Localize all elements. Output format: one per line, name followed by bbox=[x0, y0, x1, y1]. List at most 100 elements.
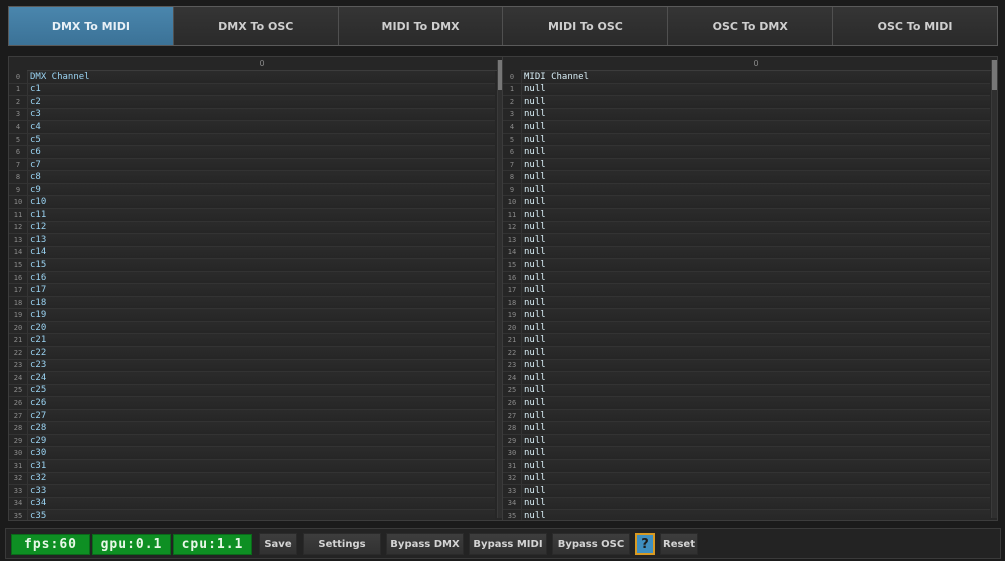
table-row: 10 null bbox=[503, 196, 990, 210]
row-number: 25 bbox=[507, 386, 517, 395]
table-row: 27 c27 bbox=[9, 409, 495, 423]
table-cell[interactable]: null bbox=[521, 196, 990, 209]
row-number: 8 bbox=[15, 173, 21, 182]
table-cell[interactable]: c12 bbox=[27, 221, 495, 234]
table-cell[interactable]: null bbox=[521, 459, 990, 472]
table-cell[interactable]: c26 bbox=[27, 397, 495, 409]
table-cell[interactable]: c18 bbox=[27, 296, 495, 309]
table-cell[interactable]: c10 bbox=[27, 196, 495, 209]
table-row: 22 null bbox=[503, 347, 990, 360]
table-cell[interactable]: c22 bbox=[27, 347, 495, 359]
table-cell[interactable]: null bbox=[521, 121, 990, 133]
table-cell[interactable]: c24 bbox=[27, 372, 495, 384]
table-cell[interactable]: null bbox=[521, 183, 990, 196]
table-cell[interactable]: null bbox=[521, 171, 990, 183]
table-cell[interactable]: c5 bbox=[27, 133, 495, 146]
table-cell[interactable]: c3 bbox=[27, 108, 495, 121]
table-cell[interactable]: c9 bbox=[27, 183, 495, 196]
table-cell[interactable]: null bbox=[521, 108, 990, 121]
table-cell[interactable]: null bbox=[521, 83, 990, 96]
table-cell[interactable]: c11 bbox=[27, 209, 495, 221]
table-cell[interactable]: null bbox=[521, 397, 990, 409]
row-number: 2 bbox=[15, 97, 21, 106]
table-cell[interactable]: c32 bbox=[27, 472, 495, 485]
table-cell[interactable]: c25 bbox=[27, 384, 495, 397]
table-cell[interactable]: null bbox=[521, 409, 990, 422]
table-cell[interactable]: null bbox=[521, 434, 990, 447]
table-cell[interactable]: c13 bbox=[27, 234, 495, 246]
table-cell[interactable]: MIDI Channel bbox=[521, 71, 990, 83]
table-cell[interactable]: null bbox=[521, 234, 990, 246]
tab-midi-to-osc[interactable]: MIDI To OSC bbox=[503, 7, 669, 45]
table-cell[interactable]: null bbox=[521, 447, 990, 459]
table-cell[interactable]: c2 bbox=[27, 96, 495, 108]
row-number: 15 bbox=[507, 260, 517, 269]
table-cell[interactable]: null bbox=[521, 271, 990, 284]
row-number: 21 bbox=[13, 336, 23, 345]
row-number: 3 bbox=[509, 110, 515, 119]
table-cell[interactable]: null bbox=[521, 158, 990, 171]
bypass-midi-button[interactable]: Bypass MIDI bbox=[469, 533, 547, 555]
table-cell[interactable]: null bbox=[521, 96, 990, 108]
table-cell[interactable]: null bbox=[521, 146, 990, 158]
table-cell[interactable]: c33 bbox=[27, 485, 495, 497]
table-cell[interactable]: null bbox=[521, 321, 990, 334]
tab-dmx-to-osc[interactable]: DMX To OSC bbox=[173, 7, 339, 45]
table-cell[interactable]: null bbox=[521, 296, 990, 309]
table-cell[interactable]: c6 bbox=[27, 146, 495, 158]
table-cell[interactable]: DMX Channel bbox=[27, 71, 495, 83]
scrollbar-thumb[interactable] bbox=[992, 60, 997, 90]
bypass-dmx-button[interactable]: Bypass DMX bbox=[386, 533, 464, 555]
table-row: 32 null bbox=[503, 472, 990, 486]
help-icon[interactable]: ? bbox=[635, 533, 655, 555]
table-cell[interactable]: c8 bbox=[27, 171, 495, 183]
settings-button[interactable]: Settings bbox=[303, 533, 381, 555]
reset-button[interactable]: Reset bbox=[660, 533, 698, 555]
table-cell[interactable]: null bbox=[521, 334, 990, 347]
table-cell[interactable]: c4 bbox=[27, 121, 495, 133]
table-row: 10 c10 bbox=[9, 196, 495, 210]
table-cell[interactable]: c23 bbox=[27, 359, 495, 372]
table-cell[interactable]: c30 bbox=[27, 447, 495, 459]
table-cell[interactable]: null bbox=[521, 384, 990, 397]
table-cell[interactable]: null bbox=[521, 209, 990, 221]
tab-osc-to-midi[interactable]: OSC To MIDI bbox=[833, 7, 997, 45]
table-cell[interactable]: null bbox=[521, 359, 990, 372]
scrollbar[interactable] bbox=[991, 60, 997, 518]
table-cell[interactable]: null bbox=[521, 472, 990, 485]
table-cell[interactable]: c7 bbox=[27, 158, 495, 171]
table-cell[interactable]: null bbox=[521, 347, 990, 359]
table-cell[interactable]: c20 bbox=[27, 321, 495, 334]
table-cell[interactable]: c19 bbox=[27, 309, 495, 321]
table-row: 8 c8 bbox=[9, 171, 495, 184]
table-cell[interactable]: c14 bbox=[27, 246, 495, 259]
table-cell[interactable]: c27 bbox=[27, 409, 495, 422]
table-cell[interactable]: null bbox=[521, 221, 990, 234]
table-cell[interactable]: c21 bbox=[27, 334, 495, 347]
table-cell[interactable]: null bbox=[521, 497, 990, 510]
table-cell[interactable]: c35 bbox=[27, 510, 495, 520]
save-button[interactable]: Save bbox=[259, 533, 297, 555]
table-cell[interactable]: null bbox=[521, 259, 990, 271]
tab-midi-to-dmx[interactable]: MIDI To DMX bbox=[338, 7, 504, 45]
table-cell[interactable]: null bbox=[521, 422, 990, 434]
table-cell[interactable]: c15 bbox=[27, 259, 495, 271]
table-cell[interactable]: c16 bbox=[27, 271, 495, 284]
table-cell[interactable]: null bbox=[521, 284, 990, 296]
table-cell[interactable]: null bbox=[521, 133, 990, 146]
tab-dmx-to-midi[interactable]: DMX To MIDI bbox=[9, 7, 174, 45]
tab-osc-to-dmx[interactable]: OSC To DMX bbox=[668, 7, 834, 45]
table-cell[interactable]: c29 bbox=[27, 434, 495, 447]
table-cell[interactable]: c28 bbox=[27, 422, 495, 434]
table-cell[interactable]: null bbox=[521, 372, 990, 384]
table-cell[interactable]: null bbox=[521, 246, 990, 259]
table-cell[interactable]: c34 bbox=[27, 497, 495, 510]
table-cell[interactable]: null bbox=[521, 510, 990, 520]
row-number: 21 bbox=[507, 336, 517, 345]
table-cell[interactable]: c17 bbox=[27, 284, 495, 296]
table-cell[interactable]: c1 bbox=[27, 83, 495, 96]
table-cell[interactable]: null bbox=[521, 485, 990, 497]
bypass-osc-button[interactable]: Bypass OSC bbox=[552, 533, 630, 555]
table-cell[interactable]: c31 bbox=[27, 459, 495, 472]
table-cell[interactable]: null bbox=[521, 309, 990, 321]
